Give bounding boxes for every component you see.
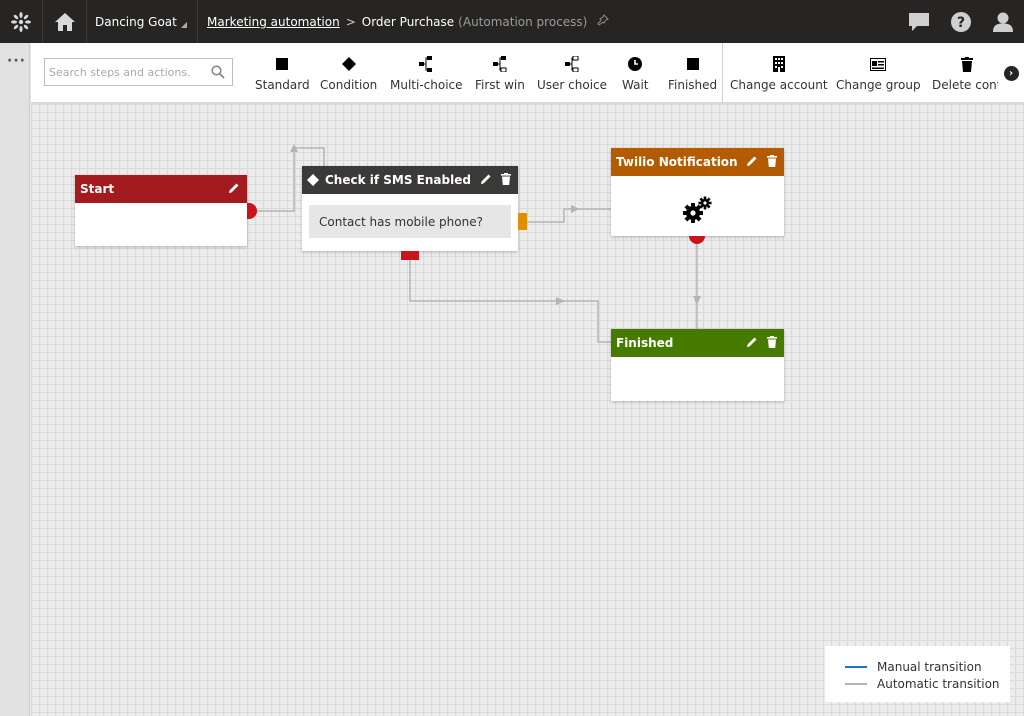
tool-label: Change group <box>836 78 921 92</box>
pin-icon[interactable] <box>597 14 610 29</box>
legend-automatic: Automatic transition <box>845 675 1010 692</box>
step-condition[interactable]: Check if SMS Enabled Contact has mobile … <box>302 166 518 251</box>
diamond-icon <box>341 53 356 75</box>
legend-label: Manual transition <box>877 659 982 674</box>
trash-icon[interactable] <box>501 173 511 188</box>
tool-wait[interactable]: Wait <box>622 53 649 97</box>
condition-false-port[interactable] <box>401 251 419 260</box>
user-choice-icon <box>565 53 579 75</box>
chevron-right-icon: > <box>345 14 356 29</box>
edit-icon[interactable] <box>746 336 758 351</box>
tool-multi-choice[interactable]: Multi-choice <box>390 53 463 97</box>
trash-icon[interactable] <box>767 336 777 351</box>
condition-description: Contact has mobile phone? <box>309 205 511 238</box>
search-icon[interactable] <box>211 65 225 82</box>
home-icon[interactable] <box>43 0 87 43</box>
tool-delete-contact[interactable]: Delete cont <box>932 53 1002 97</box>
tool-change-group[interactable]: Change group <box>836 53 921 97</box>
arrow-head-icon <box>693 296 701 305</box>
step-toolbar: Standard Condition Multi-choice First wi… <box>31 43 1024 103</box>
tool-standard[interactable]: Standard <box>255 53 310 97</box>
first-win-icon <box>492 53 507 75</box>
toolbar-scroll-right[interactable]: › <box>998 43 1024 102</box>
tool-condition[interactable]: Condition <box>320 53 377 97</box>
edit-icon[interactable] <box>480 173 492 188</box>
trash-icon <box>960 53 973 75</box>
chevron-right-icon: › <box>1003 65 1019 81</box>
manual-line-swatch <box>845 665 867 668</box>
step-title: Twilio Notification <box>616 155 738 169</box>
tool-label: Wait <box>622 78 649 92</box>
help-icon[interactable]: ? <box>950 11 972 33</box>
step-title: Start <box>80 182 115 196</box>
trash-icon[interactable] <box>767 155 777 170</box>
more-dots-icon[interactable]: ··· <box>7 53 26 69</box>
breadcrumb-marketing-automation-link[interactable]: Marketing automation <box>207 15 340 29</box>
search-input[interactable] <box>49 65 205 79</box>
step-twilio-header: Twilio Notification <box>611 148 784 176</box>
edit-icon[interactable] <box>746 155 758 170</box>
left-rail: ··· <box>0 43 30 716</box>
header-right-actions: ? <box>908 0 1024 43</box>
transition-legend: Manual transition Automatic transition <box>825 646 1010 702</box>
tool-label: Finished <box>668 78 718 92</box>
arrow-head-icon <box>571 205 580 213</box>
workflow-canvas[interactable]: Start Check if SMS Enabled Contact has m… <box>31 104 1024 716</box>
tool-first-win[interactable]: First win <box>475 53 525 97</box>
connection-condition-to-twilio[interactable] <box>525 208 611 223</box>
multi-choice-icon <box>419 53 433 75</box>
tool-label: Change account <box>730 78 828 92</box>
square-icon <box>276 53 289 75</box>
tool-label: Delete cont <box>932 78 1002 92</box>
step-twilio-notification[interactable]: Twilio Notification <box>611 148 784 236</box>
group-card-icon <box>870 53 887 75</box>
step-title: Finished <box>616 336 674 350</box>
breadcrumb-current: Order Purchase <box>361 14 455 29</box>
diamond-icon <box>307 174 319 186</box>
site-selector[interactable]: Dancing Goat ◢ <box>87 0 199 43</box>
svg-text:?: ? <box>957 15 965 31</box>
search-box <box>44 58 233 86</box>
connection-condition-to-finished[interactable] <box>409 260 611 343</box>
square-icon <box>686 53 699 75</box>
clock-icon <box>628 53 643 75</box>
breadcrumb: Marketing automation > Order Purchase (A… <box>198 14 610 29</box>
kentico-logo-icon[interactable] <box>0 0 43 43</box>
step-start[interactable]: Start <box>75 175 247 246</box>
edit-icon[interactable] <box>228 182 240 197</box>
toolbar-divider <box>722 43 723 102</box>
step-finished[interactable]: Finished <box>611 329 784 401</box>
tool-label: Multi-choice <box>390 78 463 92</box>
automatic-line-swatch <box>845 682 867 685</box>
tool-label: Condition <box>320 78 378 92</box>
tool-change-account[interactable]: Change account <box>730 53 828 97</box>
tool-label: User choice <box>537 78 608 92</box>
user-icon[interactable] <box>992 11 1014 33</box>
step-condition-header: Check if SMS Enabled <box>302 166 518 194</box>
arrow-head-icon <box>556 297 565 305</box>
tool-user-choice[interactable]: User choice <box>537 53 607 97</box>
top-header: Dancing Goat ◢ Marketing automation > Or… <box>0 0 1024 43</box>
breadcrumb-type: (Automation process) <box>458 14 588 29</box>
building-icon <box>772 53 785 75</box>
tool-finished[interactable]: Finished <box>668 53 717 97</box>
tool-label: First win <box>475 78 525 92</box>
gears-icon <box>682 196 712 227</box>
legend-label: Automatic transition <box>877 676 1000 691</box>
condition-true-port[interactable] <box>518 213 527 230</box>
chat-icon[interactable] <box>908 12 930 32</box>
step-title: Check if SMS Enabled <box>325 173 471 187</box>
caret-down-icon: ◢ <box>180 19 188 29</box>
step-start-header: Start <box>75 175 247 203</box>
site-name: Dancing Goat <box>95 14 177 29</box>
legend-manual: Manual transition <box>845 658 1010 675</box>
tool-label: Standard <box>255 78 310 92</box>
step-finished-header: Finished <box>611 329 784 357</box>
